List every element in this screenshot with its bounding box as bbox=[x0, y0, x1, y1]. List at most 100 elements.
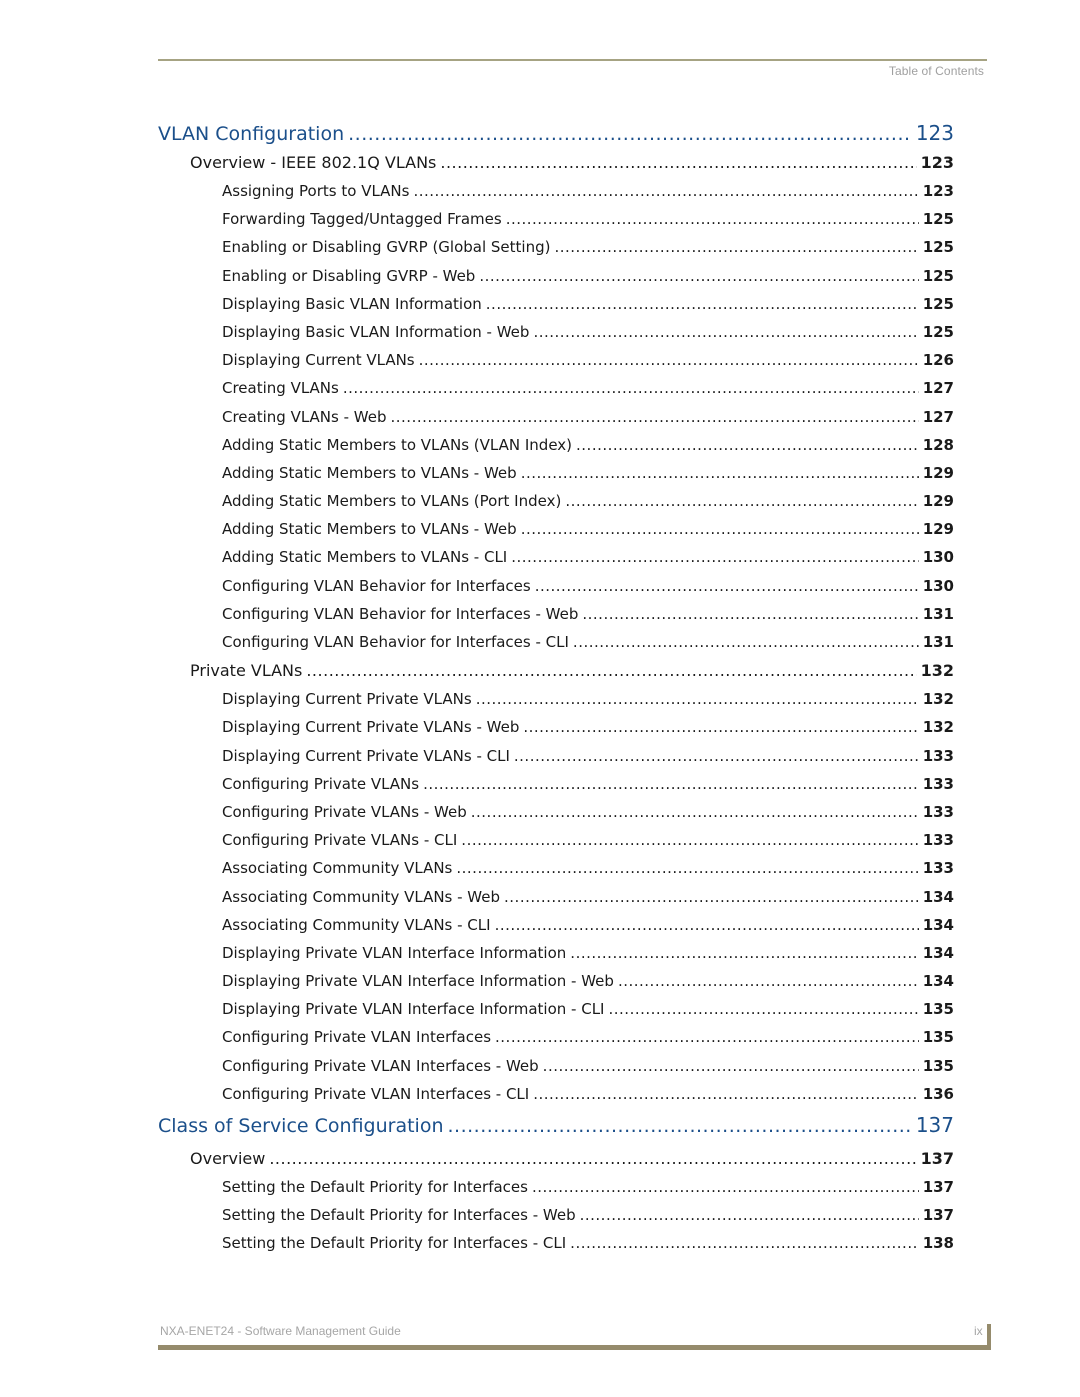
toc-subsection-entry[interactable]: Displaying Private VLAN Interface Inform… bbox=[158, 939, 954, 967]
toc-subsection-entry[interactable]: Configuring Private VLAN Interfaces - We… bbox=[158, 1052, 954, 1080]
toc-entry-page: 137 bbox=[922, 1178, 954, 1196]
toc-subsection-entry[interactable]: Configuring Private VLANs - Web 133 bbox=[158, 798, 954, 826]
toc-entry-title: Setting the Default Priority for Interfa… bbox=[222, 1234, 567, 1253]
toc-entry-title: Overview bbox=[190, 1149, 266, 1168]
toc-entry-page: 128 bbox=[922, 435, 954, 454]
dot-leader bbox=[514, 742, 919, 770]
toc-entry-title: Displaying Basic VLAN Information bbox=[222, 294, 482, 313]
toc-subsection-entry[interactable]: Displaying Current Private VLANs 132 bbox=[158, 685, 954, 713]
toc-subsection-entry[interactable]: Displaying Private VLAN Interface Inform… bbox=[158, 995, 954, 1023]
toc-chapter-entry[interactable]: VLAN Configuration 123 bbox=[158, 118, 954, 148]
toc-entry-page: 123 bbox=[920, 153, 954, 172]
toc-entry-page: 129 bbox=[922, 520, 954, 539]
toc-subsection-entry[interactable]: Associating Community VLANs - CLI 134 bbox=[158, 911, 954, 939]
toc-subsection-entry[interactable]: Associating Community VLANs - Web 134 bbox=[158, 883, 954, 911]
toc-subsection-entry[interactable]: Associating Community VLANs 133 bbox=[158, 854, 954, 882]
toc-entry-page: 134 bbox=[922, 915, 954, 934]
toc-subsection-entry[interactable]: Adding Static Members to VLANs (VLAN Ind… bbox=[158, 431, 954, 459]
toc-entry-page: 129 bbox=[922, 492, 954, 511]
toc-subsection-entry[interactable]: Displaying Current VLANs 126 bbox=[158, 346, 954, 374]
toc-subsection-entry[interactable]: Enabling or Disabling GVRP (Global Setti… bbox=[158, 233, 954, 261]
toc-subsection-entry[interactable]: Setting the Default Priority for Interfa… bbox=[158, 1229, 954, 1257]
toc-subsection-entry[interactable]: Assigning Ports to VLANs 123 bbox=[158, 177, 954, 205]
toc-subsection-entry[interactable]: Configuring Private VLANs 133 bbox=[158, 770, 954, 798]
dot-leader bbox=[533, 1080, 918, 1108]
header-rule bbox=[158, 59, 987, 61]
toc-entry-title: Setting the Default Priority for Interfa… bbox=[222, 1178, 528, 1196]
toc-section-entry[interactable]: Overview 137 bbox=[158, 1144, 954, 1173]
dot-leader bbox=[618, 967, 919, 995]
toc-entry-page: 130 bbox=[922, 548, 954, 567]
toc-entry-title: Class of Service Configuration bbox=[158, 1115, 444, 1137]
toc-subsection-entry[interactable]: Adding Static Members to VLANs - Web 129 bbox=[158, 515, 954, 543]
footer-document-title: NXA-ENET24 - Software Management Guide bbox=[160, 1324, 401, 1338]
toc-subsection-entry[interactable]: Enabling or Disabling GVRP - Web 125 bbox=[158, 262, 954, 290]
toc-entry-title: Enabling or Disabling GVRP - Web bbox=[222, 266, 476, 285]
toc-entry-title: Displaying Current VLANs bbox=[222, 351, 415, 370]
toc-entry-title: VLAN Configuration bbox=[158, 123, 345, 145]
toc-entry-page: 137 bbox=[920, 1149, 954, 1168]
toc-entry-title: Displaying Private VLAN Interface Inform… bbox=[222, 943, 567, 962]
dot-leader bbox=[576, 431, 919, 459]
toc-section-entry[interactable]: Private VLANs 132 bbox=[158, 656, 954, 685]
toc-subsection-entry[interactable]: Displaying Current Private VLANs - Web 13… bbox=[158, 713, 954, 741]
toc-entry-page: 133 bbox=[922, 746, 954, 765]
toc-entry-page: 135 bbox=[922, 1056, 954, 1075]
toc-entry-page: 134 bbox=[922, 972, 954, 991]
dot-leader bbox=[504, 883, 919, 911]
footer-page-number: ix bbox=[974, 1324, 983, 1338]
dot-leader bbox=[573, 628, 919, 656]
toc-subsection-entry[interactable]: Adding Static Members to VLANs - CLI 130 bbox=[158, 543, 954, 571]
toc-entry-page: 132 bbox=[922, 718, 954, 737]
toc-subsection-entry[interactable]: Configuring Private VLAN Interfaces 135 bbox=[158, 1023, 954, 1051]
toc-entry-page: 132 bbox=[922, 690, 954, 709]
toc-entry-title: Configuring Private VLAN Interfaces - We… bbox=[222, 1056, 539, 1075]
dot-leader bbox=[554, 233, 918, 261]
toc-subsection-entry[interactable]: Creating VLANs 127 bbox=[158, 374, 954, 402]
toc-entry-page: 125 bbox=[922, 238, 954, 257]
toc-entry-title: Displaying Current Private VLANs bbox=[222, 690, 472, 709]
dot-leader bbox=[461, 826, 918, 854]
toc-entry-page: 123 bbox=[922, 182, 954, 200]
toc-subsection-entry[interactable]: Displaying Current Private VLANs - CLI 13… bbox=[158, 742, 954, 770]
toc-subsection-entry[interactable]: Displaying Private VLAN Interface Inform… bbox=[158, 967, 954, 995]
dot-leader bbox=[413, 177, 918, 205]
toc-subsection-entry[interactable]: Configuring Private VLAN Interfaces - CL… bbox=[158, 1080, 954, 1108]
toc-entry-title: Adding Static Members to VLANs - CLI bbox=[222, 548, 508, 567]
dot-leader bbox=[580, 1201, 919, 1229]
dot-leader bbox=[456, 854, 918, 882]
toc-entry-title: Configuring Private VLANs bbox=[222, 774, 420, 793]
toc-subsection-entry[interactable]: Displaying Basic VLAN Information - Web 1… bbox=[158, 318, 954, 346]
toc-entry-page: 125 bbox=[922, 210, 954, 229]
toc-subsection-entry[interactable]: Configuring VLAN Behavior for Interfaces… bbox=[158, 600, 954, 628]
toc-subsection-entry[interactable]: Adding Static Members to VLANs (Port Ind… bbox=[158, 487, 954, 515]
toc-entry-page: 134 bbox=[922, 943, 954, 962]
toc-subsection-entry[interactable]: Setting the Default Priority for Interfa… bbox=[158, 1201, 954, 1229]
toc-entry-page: 133 bbox=[922, 831, 954, 850]
dot-leader bbox=[565, 487, 918, 515]
dot-leader bbox=[423, 770, 919, 798]
toc-entry-title: Displaying Current Private VLANs - Web bbox=[222, 718, 520, 737]
toc-subsection-entry[interactable]: Creating VLANs - Web 127 bbox=[158, 403, 954, 431]
toc-subsection-entry[interactable]: Configuring VLAN Behavior for Interfaces… bbox=[158, 572, 954, 600]
toc-entry-page: 125 bbox=[922, 266, 954, 285]
dot-leader bbox=[609, 995, 919, 1023]
toc-section-entry[interactable]: Overview - IEEE 802.1Q VLANs 123 bbox=[158, 148, 954, 177]
toc-subsection-entry[interactable]: Configuring VLAN Behavior for Interfaces… bbox=[158, 628, 954, 656]
toc-entry-title: Forwarding Tagged/Untagged Frames bbox=[222, 210, 502, 229]
toc-entry-title: Overview - IEEE 802.1Q VLANs bbox=[190, 153, 437, 172]
toc-entry-page: 134 bbox=[922, 887, 954, 906]
toc-subsection-entry[interactable]: Forwarding Tagged/Untagged Frames 125 bbox=[158, 205, 954, 233]
toc-entry-page: 131 bbox=[922, 604, 954, 623]
toc-entry-title: Configuring VLAN Behavior for Interfaces… bbox=[222, 633, 569, 651]
dot-leader bbox=[419, 346, 919, 374]
toc-subsection-entry[interactable]: Displaying Basic VLAN Information 125 bbox=[158, 290, 954, 318]
toc-subsection-entry[interactable]: Setting the Default Priority for Interfa… bbox=[158, 1173, 954, 1201]
toc-subsection-entry[interactable]: Adding Static Members to VLANs - Web 129 bbox=[158, 459, 954, 487]
toc-entry-title: Adding Static Members to VLANs (VLAN Ind… bbox=[222, 435, 573, 454]
toc-subsection-entry[interactable]: Configuring Private VLANs - CLI 133 bbox=[158, 826, 954, 854]
dot-leader bbox=[471, 798, 919, 826]
toc-chapter-entry[interactable]: Class of Service Configuration 137 bbox=[158, 1110, 954, 1140]
dot-leader bbox=[343, 374, 919, 402]
toc-entry-title: Associating Community VLANs - Web bbox=[222, 887, 501, 906]
